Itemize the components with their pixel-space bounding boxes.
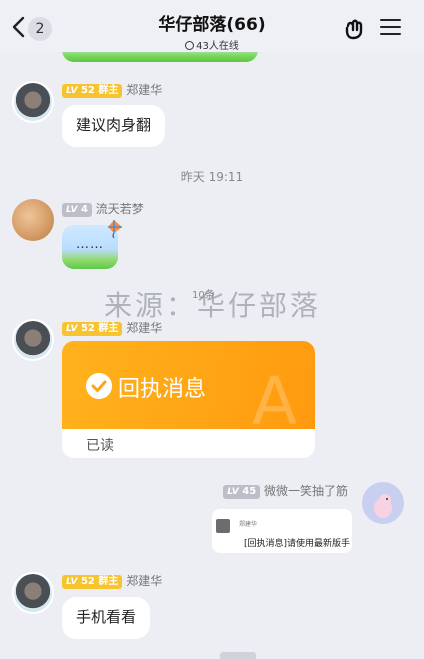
quote-sender: 郑建华 bbox=[239, 521, 258, 528]
dinosaur-icon bbox=[374, 494, 392, 518]
sender-name[interactable]: 郑建华 bbox=[126, 83, 162, 97]
sender-meta: LV 52 群主 郑建华 bbox=[62, 319, 162, 336]
level-badge: LV 45 bbox=[223, 485, 261, 499]
check-circle-icon bbox=[86, 373, 112, 399]
avatar[interactable] bbox=[12, 572, 54, 614]
chat-header: 2 华仔部落(66) 43人在线 bbox=[0, 0, 424, 52]
avatar[interactable] bbox=[12, 199, 54, 241]
receipt-watermark: A bbox=[252, 363, 298, 440]
level-badge: LV 52 群主 bbox=[62, 575, 123, 589]
kite-icon bbox=[108, 220, 122, 239]
sender-meta: LV 52 群主 郑建华 bbox=[62, 81, 162, 98]
online-count: 43人在线 bbox=[196, 41, 239, 52]
avatar[interactable] bbox=[12, 81, 54, 123]
quoted-reply-card[interactable]: 郑建华 [回执消息]请使用最新版手 bbox=[212, 509, 352, 553]
level-badge: LV 4 bbox=[62, 203, 92, 217]
message-bubble[interactable]: 建议肉身翻 bbox=[62, 105, 166, 147]
message-bubble[interactable]: 手机看看 bbox=[62, 597, 151, 639]
level-badge: LV 52 群主 bbox=[62, 84, 123, 98]
sender-name[interactable]: 郑建华 bbox=[126, 321, 162, 335]
sender-meta: LV 52 群主 郑建华 bbox=[62, 572, 162, 589]
hand-sign-icon[interactable] bbox=[344, 18, 368, 40]
quote-text: [回执消息]请使用最新版手 bbox=[244, 539, 351, 549]
level-badge: LV 52 群主 bbox=[62, 322, 123, 336]
avatar[interactable] bbox=[12, 319, 54, 361]
next-message-edge bbox=[220, 652, 256, 659]
sender-meta: LV 4 流天若梦 bbox=[62, 200, 144, 217]
sender-name[interactable]: 流天若梦 bbox=[96, 202, 144, 216]
sender-name[interactable]: 郑建华 bbox=[126, 574, 162, 588]
receipt-title: 回执消息 bbox=[118, 377, 207, 402]
quote-avatar bbox=[216, 519, 230, 533]
receipt-message-card[interactable]: A 回执消息 已读 bbox=[62, 341, 315, 458]
sender-meta: LV 45 微微一笑抽了筋 bbox=[223, 482, 348, 499]
receipt-header: A 回执消息 bbox=[62, 341, 315, 440]
count-label: 10条 bbox=[192, 290, 215, 301]
timestamp: 昨天 19:11 bbox=[180, 170, 244, 184]
receipt-status: 已读 bbox=[86, 438, 114, 454]
online-icon bbox=[185, 41, 195, 50]
avatar[interactable] bbox=[362, 482, 404, 524]
sender-name[interactable]: 微微一笑抽了筋 bbox=[264, 484, 348, 498]
menu-icon[interactable] bbox=[380, 19, 401, 37]
